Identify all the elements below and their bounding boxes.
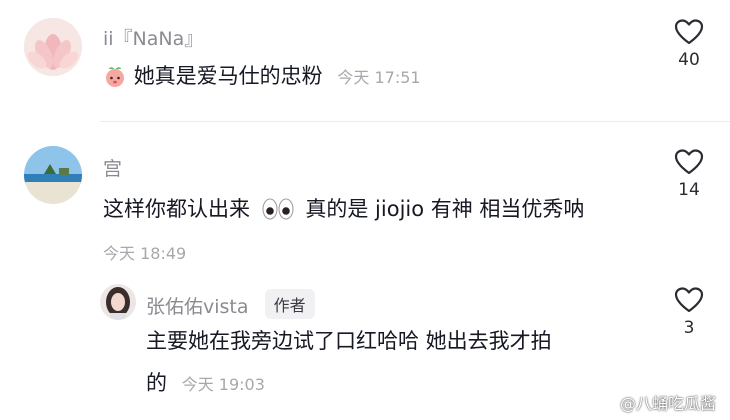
reply-text-line2-row: 的 今天 19:03 [146,362,265,406]
like-button[interactable]: 3 [659,286,719,338]
reply-text-line1: 主要她在我旁边试了口红哈哈 她出去我才拍 [146,329,552,353]
username[interactable]: ii『NaNa』 [103,24,203,51]
lotus-avatar-image [24,18,82,76]
avatar[interactable] [100,284,136,320]
avatar[interactable] [24,18,82,76]
reply-text-line2: 的 [146,371,167,395]
like-button[interactable]: 40 [659,18,719,70]
avatar[interactable] [24,146,82,204]
comment-text: 她真是爱马仕的忠粉 [133,64,323,88]
comment-text-part2: 真的是 jiojio 有神 相当优秀呐 [305,197,585,221]
heart-icon [674,287,704,313]
comment-text-part1: 这样你都认出来 [103,197,250,221]
reply-username[interactable]: 张佑佑vista [146,296,249,318]
comment-timestamp: 今天 17:51 [337,68,421,87]
comment-text-row: 她真是爱马仕的忠粉 今天 17:51 [103,55,421,102]
like-count: 40 [678,50,700,70]
beach-avatar-image [24,146,82,204]
author-badge: 作者 [264,289,315,319]
peach-face-emoji [103,60,127,102]
like-count: 3 [683,318,695,338]
eyes-emoji [261,193,295,235]
username[interactable]: 宫 [103,154,122,181]
heart-icon [674,149,704,175]
username: 张佑佑vista 作者 [146,289,315,319]
comment-item: 宫 这样你都认出来 真的是 jiojio 有神 相当优秀呐 今天 18:49 1… [0,122,730,272]
comment-text-row: 这样你都认出来 真的是 jiojio 有神 相当优秀呐 [103,188,584,235]
heart-icon [674,19,704,45]
author-avatar-image [100,284,136,320]
comment-timestamp: 今天 18:49 [103,244,187,263]
reply-timestamp: 今天 19:03 [181,375,265,394]
comment-item: ii『NaNa』 她真是爱马仕的忠粉 今天 17:51 40 [0,0,730,120]
like-button[interactable]: 14 [659,148,719,200]
like-count: 14 [678,180,700,200]
watermark: @八蛹吃瓜酱 [619,394,716,413]
